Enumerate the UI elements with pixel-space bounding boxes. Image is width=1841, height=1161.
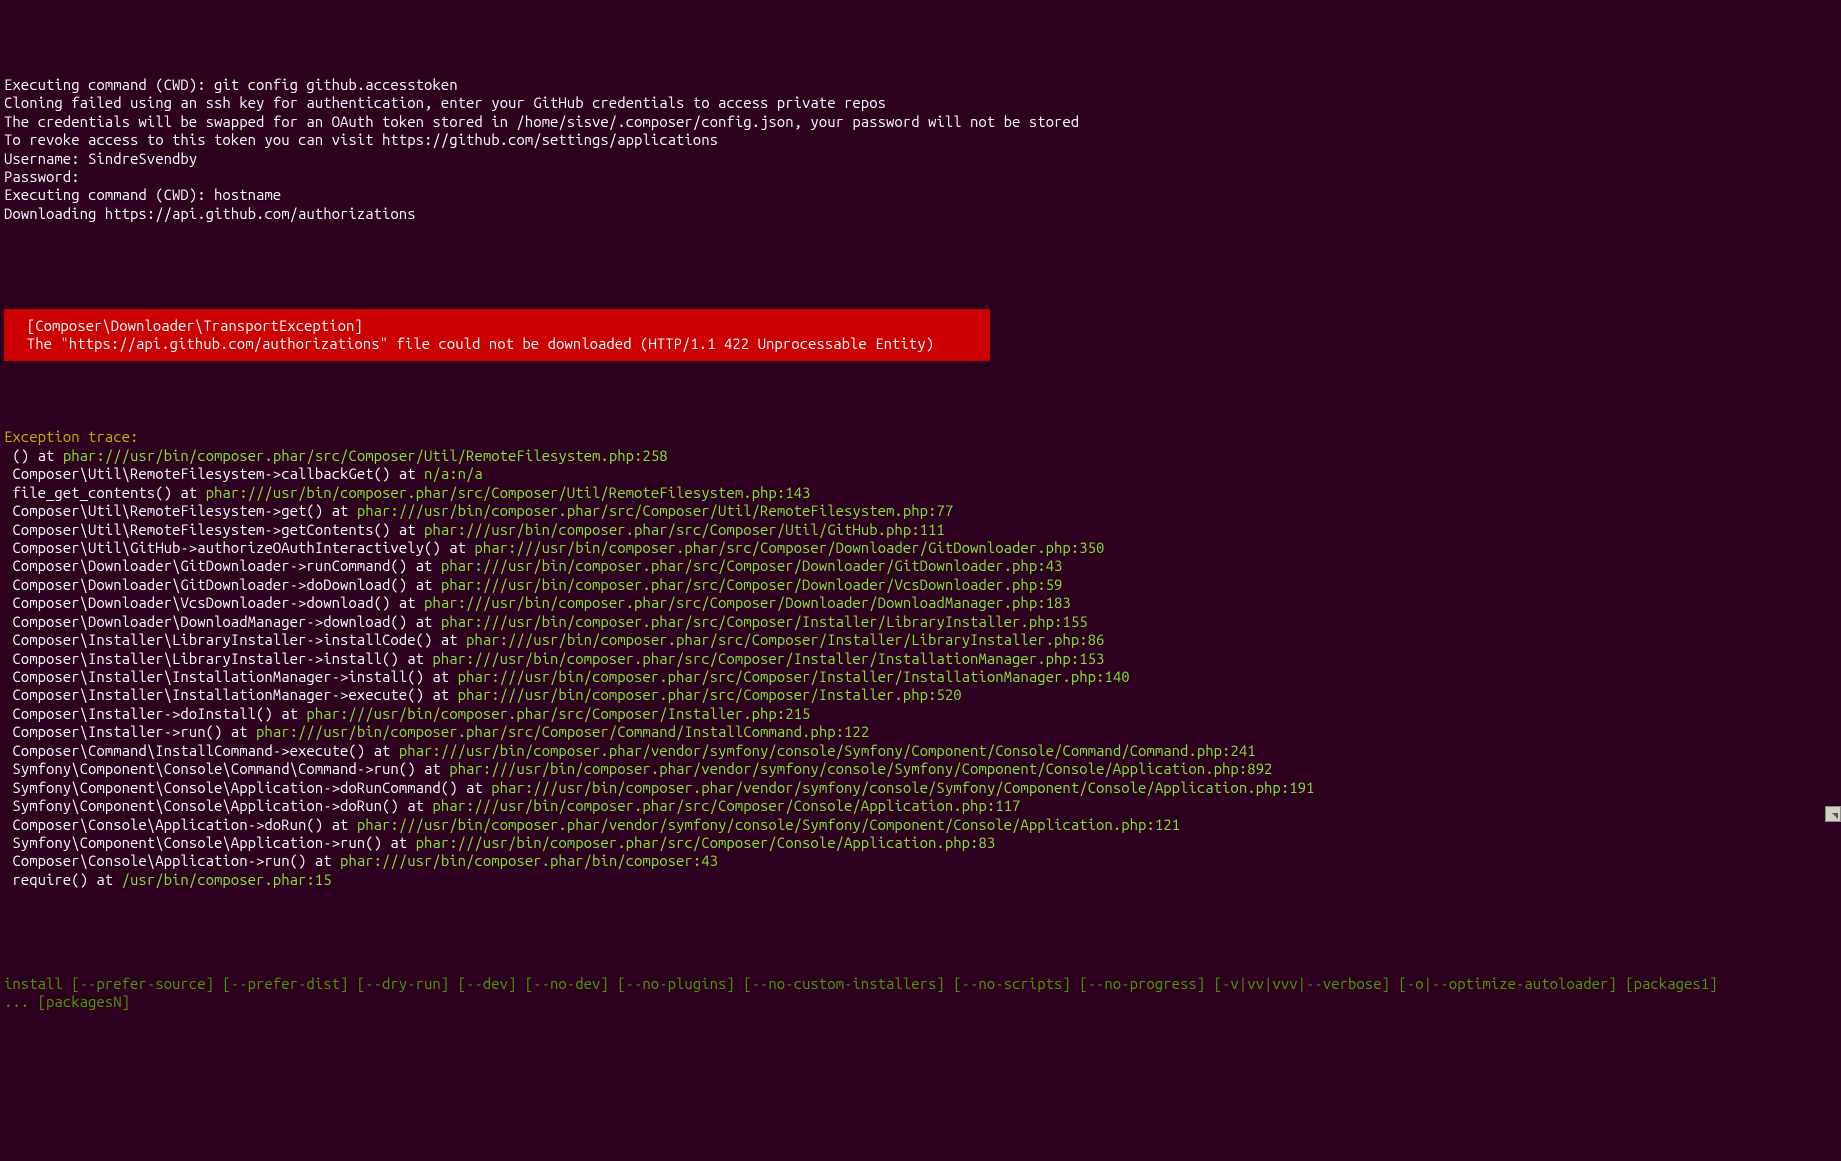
trace-line: Composer\Downloader\DownloadManager->dow… [4,613,1837,631]
trace-line: Symfony\Component\Console\Application->r… [4,834,1837,852]
trace-path: phar:///usr/bin/composer.phar/src/Compos… [466,631,1104,648]
trace-path: phar:///usr/bin/composer.phar/src/Compos… [474,539,1104,556]
trace-path: phar:///usr/bin/composer.phar/src/Compos… [432,797,1020,814]
trace-path: phar:///usr/bin/composer.phar/src/Compos… [206,484,811,501]
exception-trace: () at phar:///usr/bin/composer.phar/src/… [4,447,1837,890]
trace-path: phar:///usr/bin/composer.phar/src/Compos… [256,723,869,740]
trace-call: file_get_contents() at [4,484,206,501]
header-line: Executing command (CWD): git config gith… [4,76,458,93]
trace-call: Composer\Console\Application->doRun() at [4,816,357,833]
trace-line: Composer\Console\Application->doRun() at… [4,816,1837,834]
trace-line: file_get_contents() at phar:///usr/bin/c… [4,484,1837,502]
trace-path: phar:///usr/bin/composer.phar/src/Compos… [416,834,996,851]
trace-line: Composer\Installer\InstallationManager->… [4,686,1837,704]
trace-call: Composer\Util\RemoteFilesystem->getConte… [4,521,424,538]
trace-path: phar:///usr/bin/composer.phar/src/Compos… [441,576,1063,593]
trace-call: Composer\Downloader\VcsDownloader->downl… [4,594,424,611]
trace-path: phar:///usr/bin/composer.phar/src/Compos… [441,557,1063,574]
trace-call: Composer\Util\RemoteFilesystem->get() at [4,502,357,519]
trace-line: Composer\Installer->run() at phar:///usr… [4,723,1837,741]
trace-call: require() at [4,871,122,888]
header-line: To revoke access to this token you can v… [4,131,718,148]
trace-path: /usr/bin/composer.phar:15 [122,871,332,888]
header-line: Cloning failed using an ssh key for auth… [4,94,886,111]
trace-call: Composer\Installer\LibraryInstaller->ins… [4,631,466,648]
trace-line: Composer\Util\RemoteFilesystem->callback… [4,465,1837,483]
trace-call: Composer\Downloader\DownloadManager->dow… [4,613,441,630]
trace-line: Symfony\Component\Console\Application->d… [4,779,1837,797]
header-line: Password: [4,168,80,185]
trace-line: Symfony\Component\Console\Command\Comman… [4,760,1837,778]
trace-path: phar:///usr/bin/composer.phar/src/Compos… [458,668,1130,685]
trace-line: () at phar:///usr/bin/composer.phar/src/… [4,447,1837,465]
trace-path: phar:///usr/bin/composer.phar/src/Compos… [306,705,810,722]
trace-path: phar:///usr/bin/composer.phar/src/Compos… [424,594,1071,611]
trace-path: phar:///usr/bin/composer.phar/vendor/sym… [449,760,1272,777]
trace-line: Composer\Util\RemoteFilesystem->getConte… [4,521,1837,539]
trace-call: Composer\Util\RemoteFilesystem->callback… [4,465,424,482]
trace-call: Symfony\Component\Console\Application->d… [4,779,491,796]
trace-line: Composer\Util\GitHub->authorizeOAuthInte… [4,539,1837,557]
trace-line: require() at /usr/bin/composer.phar:15 [4,871,1837,889]
trace-line: Composer\Util\RemoteFilesystem->get() at… [4,502,1837,520]
trace-call: Composer\Installer->run() at [4,723,256,740]
trace-path: phar:///usr/bin/composer.phar/vendor/sym… [491,779,1314,796]
trace-path: phar:///usr/bin/composer.phar/src/Compos… [441,613,1088,630]
trace-path: phar:///usr/bin/composer.phar/vendor/sym… [399,742,1256,759]
trace-line: Composer\Installer\LibraryInstaller->ins… [4,631,1837,649]
terminal-output[interactable]: Executing command (CWD): git config gith… [4,76,1837,1030]
trace-path: phar:///usr/bin/composer.phar/bin/compos… [340,852,718,869]
trace-call: Composer\Command\InstallCommand->execute… [4,742,399,759]
usage-text-1: install [--prefer-source] [--prefer-dist… [4,975,1726,992]
trace-call: Composer\Util\GitHub->authorizeOAuthInte… [4,539,474,556]
trace-path: n/a:n/a [424,465,483,482]
trace-line: Composer\Installer->doInstall() at phar:… [4,705,1837,723]
trace-line: Composer\Downloader\VcsDownloader->downl… [4,594,1837,612]
trace-header: Exception trace: [4,428,138,445]
usage-line: install [--prefer-source] [--prefer-dist… [4,975,1837,1012]
trace-call: Composer\Installer\InstallationManager->… [4,668,458,685]
trace-path: phar:///usr/bin/composer.phar/src/Compos… [63,447,668,464]
trace-path: phar:///usr/bin/composer.phar/src/Compos… [432,650,1104,667]
error-message: The "https://api.github.com/authorizatio… [10,335,951,352]
header-line: Username: SindreSvendby [4,150,197,167]
usage-text-2: ... [packagesN] [4,993,130,1010]
trace-call: Composer\Console\Application->run() at [4,852,340,869]
trace-line: Composer\Downloader\GitDownloader->runCo… [4,557,1837,575]
header-line: Downloading https://api.github.com/autho… [4,205,416,222]
trace-path: phar:///usr/bin/composer.phar/src/Compos… [357,502,953,519]
trace-path: phar:///usr/bin/composer.phar/src/Compos… [458,686,962,703]
header-block: Executing command (CWD): git config gith… [4,76,1837,224]
trace-call: Symfony\Component\Console\Application->r… [4,834,416,851]
trace-call: Symfony\Component\Console\Command\Comman… [4,760,449,777]
trace-line: Composer\Console\Application->run() at p… [4,852,1837,870]
trace-path: phar:///usr/bin/composer.phar/vendor/sym… [357,816,1180,833]
trace-call: Composer\Installer\InstallationManager->… [4,686,458,703]
trace-call: () at [4,447,63,464]
trace-line: Composer\Installer\LibraryInstaller->ins… [4,650,1837,668]
trace-call: Composer\Installer->doInstall() at [4,705,306,722]
header-line: Executing command (CWD): hostname [4,186,281,203]
header-line: The credentials will be swapped for an O… [4,113,1079,130]
trace-line: Composer\Installer\InstallationManager->… [4,668,1837,686]
trace-line: Composer\Command\InstallCommand->execute… [4,742,1837,760]
scroll-corner-icon[interactable] [1825,806,1841,822]
trace-call: Composer\Downloader\GitDownloader->doDow… [4,576,441,593]
trace-call: Symfony\Component\Console\Application->d… [4,797,432,814]
error-title: [Composer\Downloader\TransportException] [10,317,984,334]
trace-line: Symfony\Component\Console\Application->d… [4,797,1837,815]
trace-path: phar:///usr/bin/composer.phar/src/Compos… [424,521,945,538]
trace-call: Composer\Downloader\GitDownloader->runCo… [4,557,441,574]
trace-line: Composer\Downloader\GitDownloader->doDow… [4,576,1837,594]
error-box: [Composer\Downloader\TransportException]… [4,309,990,362]
trace-call: Composer\Installer\LibraryInstaller->ins… [4,650,432,667]
